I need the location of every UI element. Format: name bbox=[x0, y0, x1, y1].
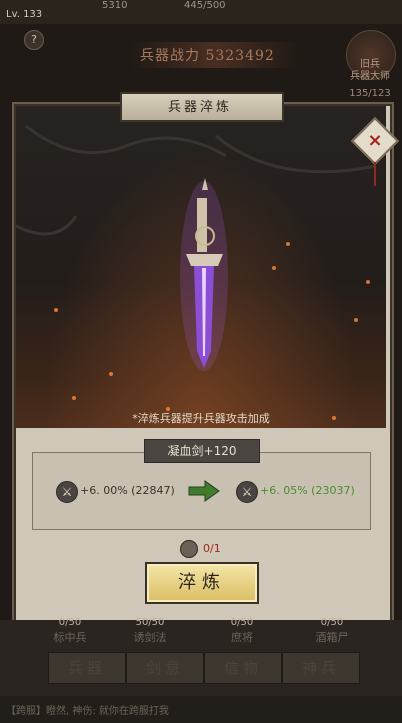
slot-progress: 0/50 bbox=[58, 617, 82, 628]
player-level: Lv. 133 bbox=[6, 9, 43, 20]
resource-gold: 5310 bbox=[102, 0, 128, 11]
tab-divine-weapon[interactable]: 神兵 bbox=[282, 652, 360, 684]
tab-weapon[interactable]: 兵器 bbox=[48, 652, 126, 684]
crossed-swords-icon: ⚔ bbox=[236, 481, 258, 503]
stat-next-value: +6. 05% (23037) bbox=[260, 484, 355, 497]
arrow-right-icon bbox=[188, 480, 220, 502]
resource-energy: 445/500 bbox=[184, 0, 226, 11]
refine-button[interactable]: 淬炼 bbox=[145, 562, 259, 604]
slot-label: 酒箱尸 bbox=[315, 631, 349, 644]
slot-progress: 0/50 bbox=[320, 617, 344, 628]
weapon-art bbox=[15, 124, 377, 420]
stat-current: +6. 00% (22847) bbox=[80, 484, 175, 497]
refine-button-label: 淬炼 bbox=[178, 572, 226, 593]
chat-message: 【跨服】瞪然, 神伤: 就你在跨服打我 bbox=[6, 706, 169, 717]
dialog-title: 兵器淬炼 bbox=[167, 100, 232, 115]
material-cost: 0/1 bbox=[203, 542, 221, 555]
close-icon[interactable]: × bbox=[358, 124, 392, 158]
slot-label: 标中兵 bbox=[53, 631, 87, 644]
weapon-name: 凝血剑+120 bbox=[167, 444, 237, 458]
tassel-decoration bbox=[374, 162, 376, 186]
crossed-swords-icon: ⚔ bbox=[56, 481, 78, 503]
tab-token[interactable]: 信物 bbox=[204, 652, 282, 684]
slot-label: 诱剑法 bbox=[133, 631, 167, 644]
weapon-scene bbox=[15, 106, 386, 428]
tab-sword-intent[interactable]: 剑意 bbox=[126, 652, 204, 684]
slot-progress: 50/50 bbox=[135, 617, 165, 628]
help-icon[interactable]: ? bbox=[24, 30, 44, 50]
badge-count: 135/123 bbox=[349, 88, 391, 99]
badge-line2: 兵器大师 bbox=[350, 71, 390, 82]
stat-next: +6. 05% (23037) bbox=[260, 484, 355, 497]
weapon-name-bar: 凝血剑+120 bbox=[144, 439, 260, 463]
slot-progress: 0/50 bbox=[230, 617, 254, 628]
slot-label: 庶将 bbox=[231, 631, 253, 644]
refine-material-icon bbox=[180, 540, 198, 558]
refine-hint: *淬炼兵器提升兵器攻击加成 bbox=[132, 412, 270, 425]
weapon-power: 兵器战力 5323492 bbox=[140, 48, 275, 64]
